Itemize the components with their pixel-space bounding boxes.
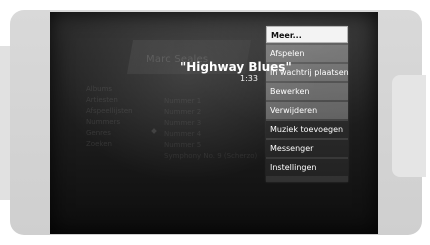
now-playing-time: 1:33 [240,74,258,83]
library-item-artists[interactable]: Artiesten [86,95,166,106]
track-row-1[interactable]: Nummer 1 [164,96,256,107]
track-row-6[interactable]: Symphony No. 9 (Scherzo) [164,151,257,162]
menu-item-settings[interactable]: Instellingen [266,159,348,176]
left-edge-strip [0,46,10,200]
context-menu: Meer... Afspelen In wachtrij plaatsen Be… [266,26,349,182]
screenshot-frame: Marc Seales Albums Artiesten Afspeellijs… [0,0,430,245]
track-row-3[interactable]: Nummer 3 [164,118,256,129]
track-row-5[interactable]: Nummer 5 [164,140,256,151]
library-item-playlists[interactable]: Afspeellijsten [86,106,166,117]
track-row-4[interactable]: Nummer 4 [164,129,256,140]
menu-item-more[interactable]: Meer... [266,26,348,43]
menu-item-messenger[interactable]: Messenger [266,140,348,157]
menu-item-play[interactable]: Afspelen [266,45,348,62]
media-screen: Marc Seales Albums Artiesten Afspeellijs… [50,12,378,234]
background-track-list: Nummer 1 Nummer 2 Nummer 3 Nummer 4 Numm… [164,96,257,192]
track-row-2[interactable]: Nummer 2 [164,107,256,118]
library-item-albums[interactable]: Albums [86,84,166,95]
menu-item-edit[interactable]: Bewerken [266,83,348,100]
library-item-search[interactable]: Zoeken [86,139,166,150]
library-item-tracks[interactable]: Nummers [86,117,166,128]
menu-item-delete[interactable]: Verwijderen [266,102,348,119]
right-edge-tab [392,75,426,177]
menu-item-add-music[interactable]: Muziek toevoegen [266,121,348,138]
menu-item-queue[interactable]: In wachtrij plaatsen [266,64,349,81]
